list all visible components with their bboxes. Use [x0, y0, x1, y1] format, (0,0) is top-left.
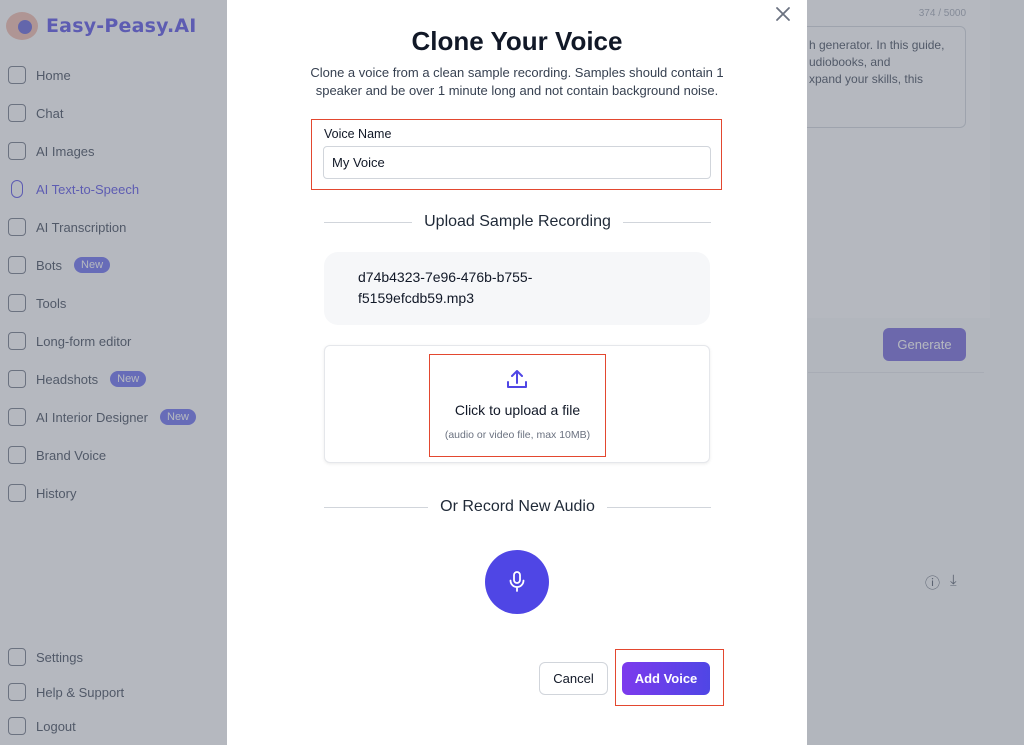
- record-section-title: Or Record New Audio: [440, 498, 595, 515]
- modal-subtitle: Clone a voice from a clean sample record…: [310, 65, 724, 98]
- upload-hint: (audio or video file, max 10MB): [444, 429, 591, 441]
- upload-section-title: Upload Sample Recording: [424, 213, 611, 230]
- voice-name-input[interactable]: [323, 146, 711, 179]
- record-button[interactable]: [485, 550, 549, 614]
- upload-title[interactable]: Click to upload a file: [429, 402, 606, 418]
- uploaded-file-name: d74b4323-7e96-476b-b755- f5159efcdb59.mp…: [324, 252, 710, 325]
- voice-name-label: Voice Name: [324, 127, 392, 141]
- modal-title: Clone Your Voice: [411, 26, 623, 56]
- close-icon[interactable]: [775, 6, 791, 22]
- cancel-button[interactable]: Cancel: [539, 662, 608, 695]
- upload-section-divider: Upload Sample Recording: [324, 212, 711, 232]
- add-voice-button[interactable]: Add Voice: [622, 662, 710, 695]
- record-section-divider: Or Record New Audio: [324, 497, 712, 517]
- upload-icon[interactable]: [504, 366, 530, 392]
- microphone-icon: [509, 571, 525, 592]
